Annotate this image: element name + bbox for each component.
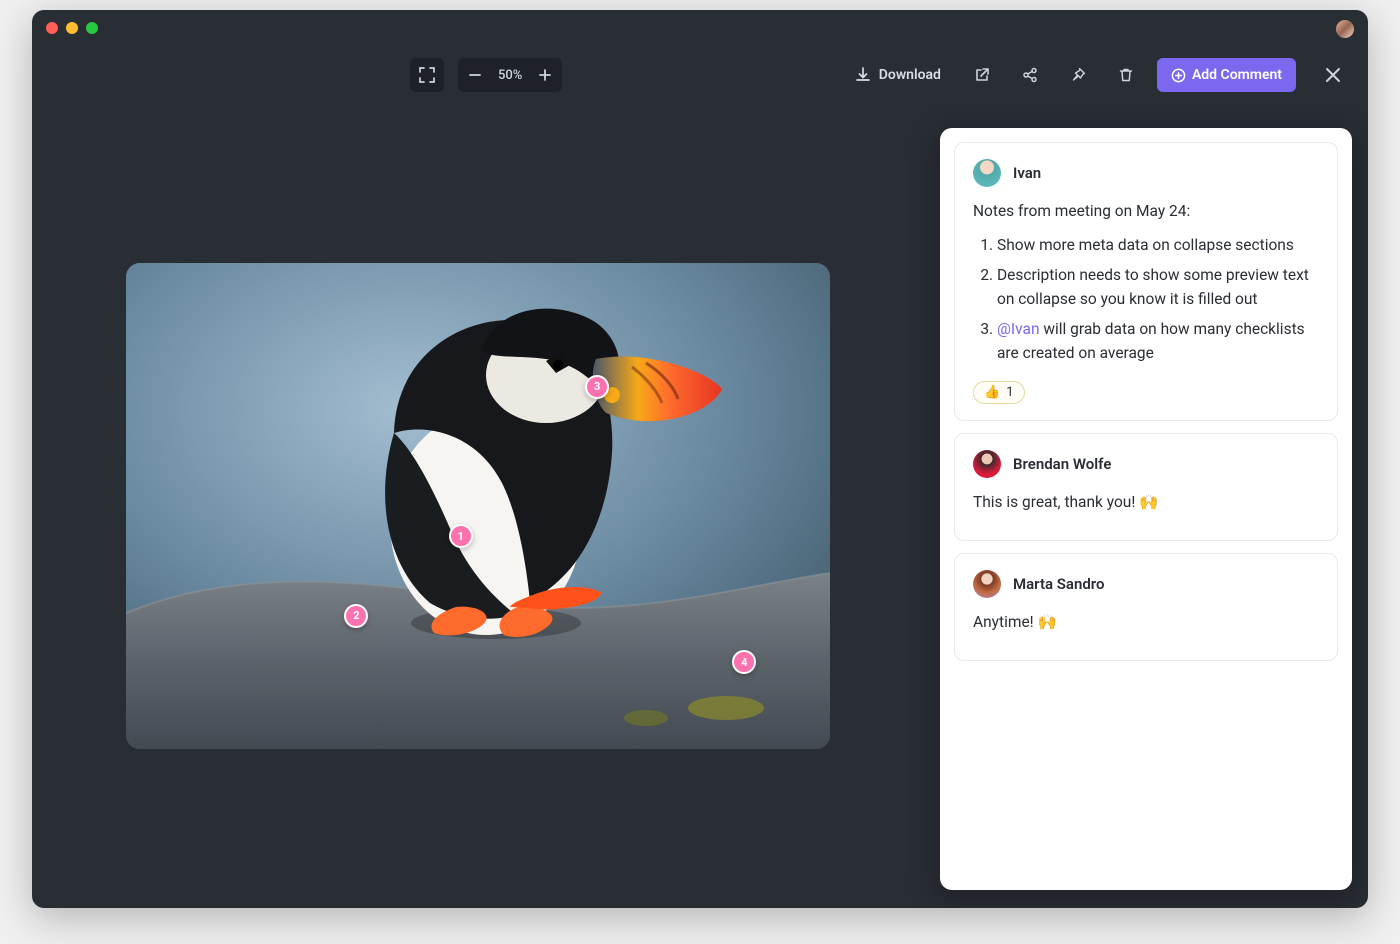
comment-body: This is great, thank you! 🙌 xyxy=(973,490,1319,514)
viewer-toolbar: 50% Download xyxy=(32,46,1368,104)
zoom-controls: 50% xyxy=(458,58,562,92)
close-icon xyxy=(1324,66,1342,84)
pin-icon xyxy=(1070,67,1086,83)
reaction-emoji: 👍 xyxy=(984,385,1000,400)
add-comment-button[interactable]: Add Comment xyxy=(1157,58,1296,92)
viewer-body: 1 2 3 4 Ivan Notes from meeting on May 24: Sh… xyxy=(32,104,1368,908)
comment-author-avatar[interactable] xyxy=(973,450,1001,478)
minimize-window-button[interactable] xyxy=(66,22,78,34)
comment-text: This is great, thank you! 🙌 xyxy=(973,490,1319,514)
user-avatar[interactable] xyxy=(1336,20,1354,38)
comment-author-avatar[interactable] xyxy=(973,570,1001,598)
close-viewer-button[interactable] xyxy=(1316,58,1350,92)
reaction-chip[interactable]: 👍1 xyxy=(973,381,1025,404)
close-window-button[interactable] xyxy=(46,22,58,34)
comment-card: Ivan Notes from meeting on May 24: Show mo… xyxy=(954,142,1338,421)
add-comment-label: Add Comment xyxy=(1192,67,1282,83)
comment-text: Anytime! 🙌 xyxy=(973,610,1319,634)
comment-author-name: Ivan xyxy=(1013,164,1041,182)
comments-panel: Ivan Notes from meeting on May 24: Show mo… xyxy=(940,128,1352,890)
zoom-out-button[interactable] xyxy=(460,60,490,90)
annotation-pin-4[interactable]: 4 xyxy=(732,650,756,674)
image-preview[interactable]: 1 2 3 4 xyxy=(126,263,830,749)
window-titlebar xyxy=(32,10,1368,46)
image-stage: 1 2 3 4 xyxy=(32,104,923,908)
annotation-pin-3[interactable]: 3 xyxy=(585,375,609,399)
annotation-pin-2[interactable]: 2 xyxy=(344,604,368,628)
comment-author-avatar[interactable] xyxy=(973,159,1001,187)
comment-header: Brendan Wolfe xyxy=(973,450,1319,478)
comment-header: Ivan xyxy=(973,159,1319,187)
comment-author-name: Brendan Wolfe xyxy=(1013,455,1111,473)
window-controls xyxy=(46,22,98,34)
delete-button[interactable] xyxy=(1109,58,1143,92)
share-button[interactable] xyxy=(1013,58,1047,92)
zoom-level-label: 50% xyxy=(490,68,530,83)
plus-icon xyxy=(538,68,552,82)
download-icon xyxy=(855,67,871,83)
reaction-count: 1 xyxy=(1006,385,1013,400)
download-button[interactable]: Download xyxy=(845,58,951,92)
mention[interactable]: @Ivan xyxy=(997,320,1040,338)
comment-card: Brendan Wolfe This is great, thank you! 🙌 xyxy=(954,433,1338,541)
comment-list-item: Description needs to show some preview t… xyxy=(997,263,1319,311)
comment-plus-icon xyxy=(1171,68,1186,83)
comment-intro: Notes from meeting on May 24: xyxy=(973,199,1319,223)
comment-author-name: Marta Sandro xyxy=(1013,575,1104,593)
maximize-window-button[interactable] xyxy=(86,22,98,34)
comment-body: Anytime! 🙌 xyxy=(973,610,1319,634)
open-external-button[interactable] xyxy=(965,58,999,92)
fullscreen-button[interactable] xyxy=(410,58,444,92)
puffin-image xyxy=(126,263,830,749)
minus-icon xyxy=(468,68,482,82)
download-label: Download xyxy=(879,67,941,83)
comment-card: Marta Sandro Anytime! 🙌 xyxy=(954,553,1338,661)
comment-header: Marta Sandro xyxy=(973,570,1319,598)
share-icon xyxy=(1022,67,1038,83)
expand-icon xyxy=(419,67,435,83)
comment-body: Notes from meeting on May 24: Show more m… xyxy=(973,199,1319,365)
pin-button[interactable] xyxy=(1061,58,1095,92)
comment-list-item: @Ivan will grab data on how many checkli… xyxy=(997,317,1319,365)
app-window: 50% Download xyxy=(32,10,1368,908)
zoom-in-button[interactable] xyxy=(530,60,560,90)
comment-list: Show more meta data on collapse sections… xyxy=(973,233,1319,365)
comment-list-item: Show more meta data on collapse sections xyxy=(997,233,1319,257)
annotation-pin-1[interactable]: 1 xyxy=(449,524,473,548)
trash-icon xyxy=(1118,67,1134,83)
external-link-icon xyxy=(974,67,990,83)
